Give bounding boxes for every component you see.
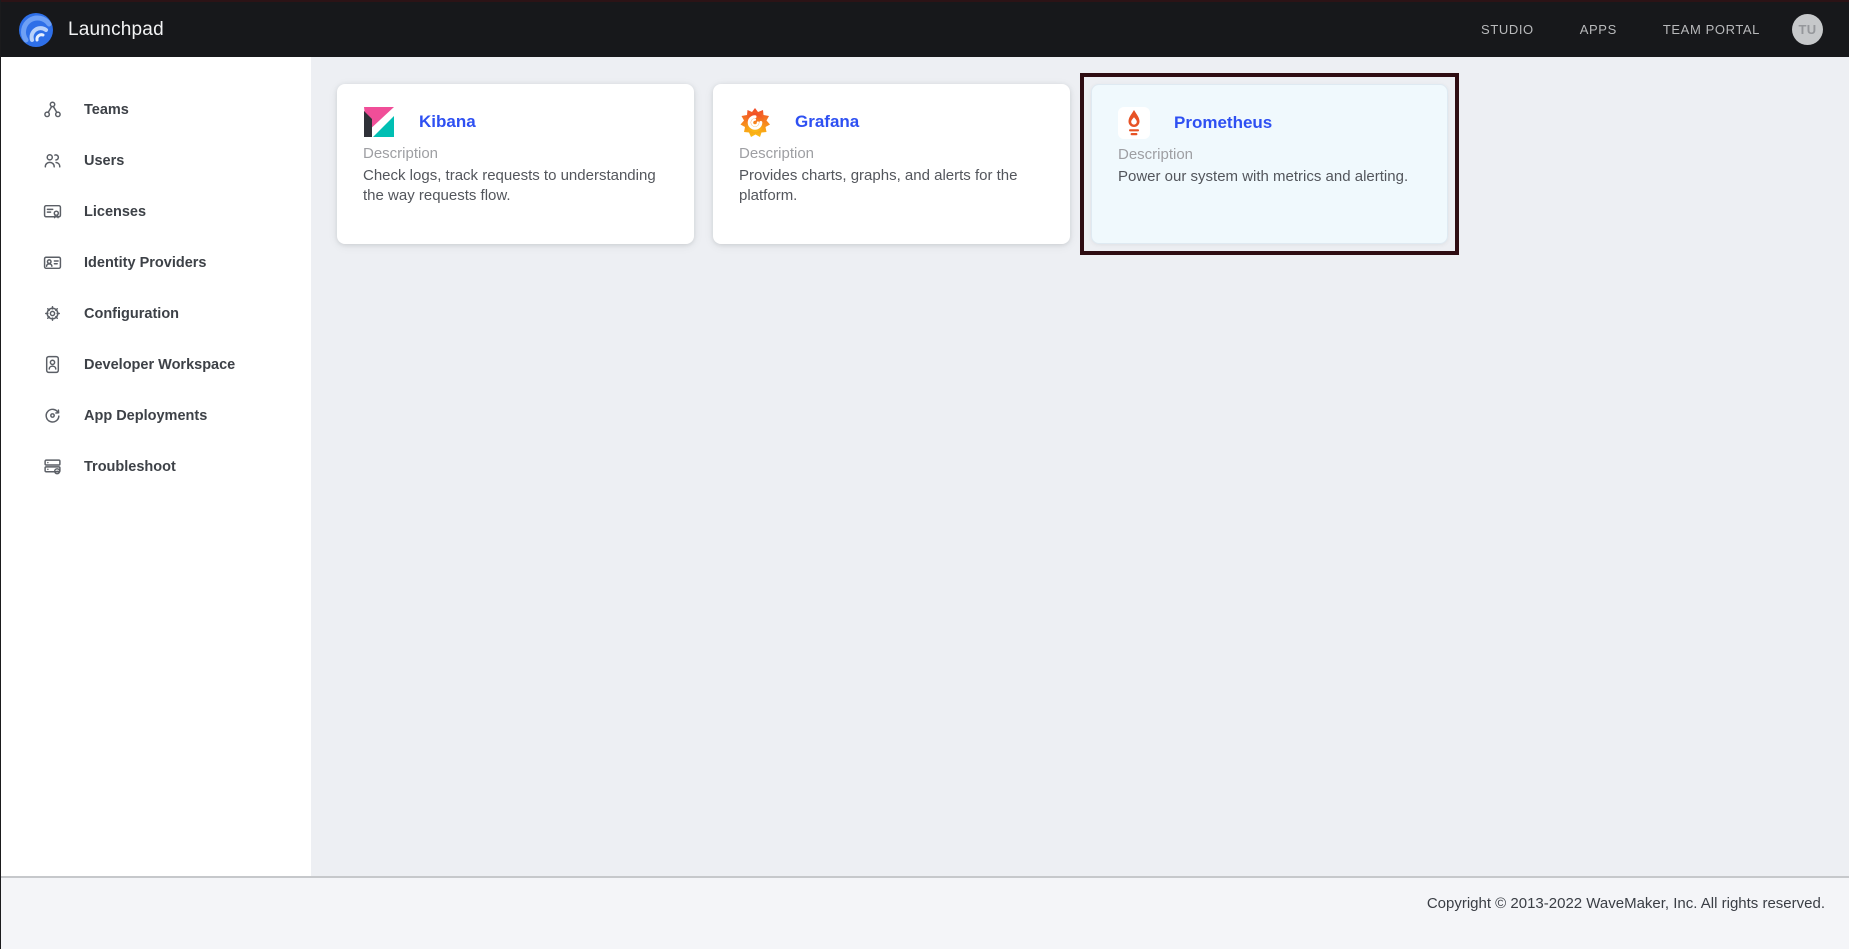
card-header: Kibana: [363, 106, 668, 138]
page-title: Launchpad: [68, 19, 164, 41]
developer-workspace-icon: [43, 355, 62, 374]
identity-providers-icon: [43, 253, 62, 272]
sidebar-item-app-deployments[interactable]: App Deployments: [1, 390, 311, 441]
sidebar-item-identity-providers[interactable]: Identity Providers: [1, 237, 311, 288]
card-header: Prometheus: [1118, 107, 1421, 139]
configuration-icon: [43, 304, 62, 323]
card-header: Grafana: [739, 106, 1044, 138]
sidebar-item-label: Users: [84, 153, 124, 169]
user-avatar[interactable]: TU: [1792, 14, 1823, 45]
prometheus-logo-icon: [1118, 107, 1150, 139]
sidebar-item-label: Configuration: [84, 306, 179, 322]
nav-apps[interactable]: APPS: [1580, 22, 1617, 37]
description-label: Description: [739, 145, 1044, 162]
description-text: Check logs, track requests to understand…: [363, 166, 668, 205]
sidebar-item-licenses[interactable]: Licenses: [1, 186, 311, 237]
sidebar-item-label: App Deployments: [84, 408, 207, 424]
content-area: Kibana Description Check logs, track req…: [311, 57, 1849, 876]
app-card-kibana[interactable]: Kibana Description Check logs, track req…: [337, 84, 694, 244]
wavemaker-logo-icon: [17, 11, 55, 49]
sidebar-item-teams[interactable]: Teams: [1, 84, 311, 135]
sidebar: Teams Users Licenses: [1, 57, 311, 876]
top-bar: Launchpad STUDIO APPS TEAM PORTAL TU: [1, 0, 1849, 57]
card-title-link[interactable]: Prometheus: [1174, 113, 1272, 133]
sidebar-item-label: Licenses: [84, 204, 146, 220]
nav-studio[interactable]: STUDIO: [1481, 22, 1534, 37]
card-title-link[interactable]: Grafana: [795, 112, 859, 132]
grafana-logo-icon: [739, 106, 771, 138]
description-text: Provides charts, graphs, and alerts for …: [739, 166, 1044, 205]
sidebar-item-configuration[interactable]: Configuration: [1, 288, 311, 339]
footer: Copyright © 2013-2022 WaveMaker, Inc. Al…: [1, 876, 1849, 949]
app-card-grafana[interactable]: Grafana Description Provides charts, gra…: [713, 84, 1070, 244]
card-title-link[interactable]: Kibana: [419, 112, 476, 132]
sidebar-item-developer-workspace[interactable]: Developer Workspace: [1, 339, 311, 390]
copyright-text: Copyright © 2013-2022 WaveMaker, Inc. Al…: [1427, 895, 1825, 912]
app-deployments-icon: [43, 406, 62, 425]
sidebar-item-label: Troubleshoot: [84, 459, 176, 475]
description-label: Description: [1118, 146, 1421, 163]
sidebar-item-troubleshoot[interactable]: Troubleshoot: [1, 441, 311, 492]
app-card-prometheus[interactable]: Prometheus Description Power our system …: [1091, 84, 1448, 244]
sidebar-item-label: Identity Providers: [84, 255, 206, 271]
teams-icon: [43, 100, 62, 119]
troubleshoot-icon: [43, 457, 62, 476]
users-icon: [43, 151, 62, 170]
description-text: Power our system with metrics and alerti…: [1118, 167, 1421, 187]
kibana-logo-icon: [363, 106, 395, 138]
nav-team-portal[interactable]: TEAM PORTAL: [1663, 22, 1760, 37]
description-label: Description: [363, 145, 668, 162]
sidebar-item-users[interactable]: Users: [1, 135, 311, 186]
app-cards-row: Kibana Description Check logs, track req…: [337, 84, 1849, 255]
licenses-icon: [43, 202, 62, 221]
sidebar-item-label: Teams: [84, 102, 129, 118]
sidebar-item-label: Developer Workspace: [84, 357, 235, 373]
main-row: Teams Users Licenses: [1, 57, 1849, 876]
highlight-annotation: Prometheus Description Power our system …: [1080, 73, 1459, 255]
